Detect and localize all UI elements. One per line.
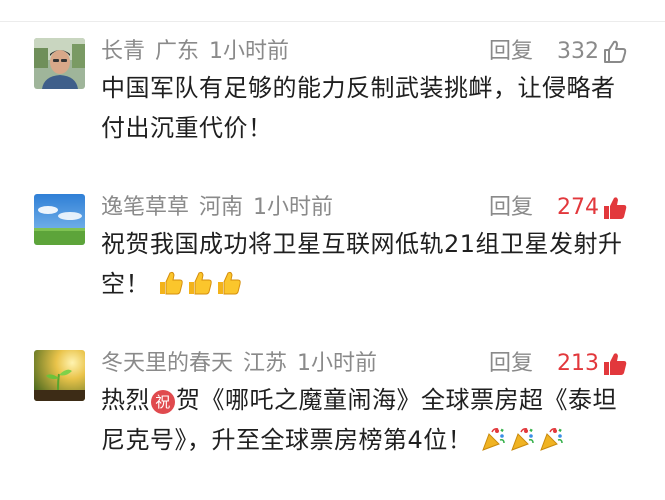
location: 河南 [199,195,244,220]
like-button[interactable]: 213 [557,350,628,378]
like-count: 332 [557,39,599,64]
username[interactable]: 逸笔草草 [101,194,189,222]
comment-text-fragment: 贺《哪吒之魔童闹海》全球票房超《泰坦 [176,386,617,414]
party-popper-emoji-icon [509,426,535,452]
reply-button[interactable]: 回复 [489,194,533,222]
comment-text: 热烈祝贺《哪吒之魔童闹海》全球票房超《泰坦 尼克号》，升至全球票房榜第4位！ [101,380,641,460]
username[interactable]: 长青 [101,38,145,66]
comment-text-line: 中国军队有足够的能力反制武装挑衅，让侵略者 [101,74,616,102]
reply-button[interactable]: 回复 [489,350,533,378]
thumbs-up-emoji-icon [158,270,184,296]
top-divider [0,21,665,22]
thumbs-up-filled-icon [602,351,628,377]
like-button[interactable]: 274 [557,194,628,222]
timestamp: 1小时前 [253,195,334,220]
party-popper-emoji-icon [480,426,506,452]
zhu-badge-icon: 祝 [151,390,175,414]
timestamp: 1小时前 [297,351,378,376]
avatar[interactable] [34,350,85,401]
thumbs-up-filled-icon [602,195,628,221]
comment-text-line: 空！ [101,264,641,304]
like-count: 213 [557,351,599,376]
comment-text-line: 热烈祝贺《哪吒之魔童闹海》全球票房超《泰坦 [101,380,641,420]
comment-text-fragment: 空！ [101,270,150,298]
comment-text-line: 祝贺我国成功将卫星互联网低轨21组卫星发射升 [101,230,623,258]
comment-text-fragment: 热烈 [101,386,150,414]
avatar[interactable] [34,194,85,245]
like-button[interactable]: 332 [557,38,628,66]
thumbs-up-outline-icon [602,39,628,65]
username[interactable]: 冬天里的春天 [101,350,233,378]
location: 广东 [155,39,200,64]
avatar[interactable] [34,38,85,89]
comment-text-line: 付出沉重代价！ [101,114,273,142]
thumbs-up-emoji-icon [187,270,213,296]
timestamp: 1小时前 [209,39,290,64]
reply-button[interactable]: 回复 [489,38,533,66]
comment-text: 中国军队有足够的能力反制武装挑衅，让侵略者 付出沉重代价！ [101,68,641,148]
comment-meta: 长青 广东 1小时前 [101,38,289,66]
comment-meta: 逸笔草草 河南 1小时前 [101,194,333,222]
like-count: 274 [557,195,599,220]
location: 江苏 [243,351,288,376]
comment-text-line: 尼克号》，升至全球票房榜第4位！ [101,420,641,460]
thumbs-up-emoji-icon [216,270,242,296]
comment-meta: 冬天里的春天 江苏 1小时前 [101,350,377,378]
comment-text: 祝贺我国成功将卫星互联网低轨21组卫星发射升 空！ [101,224,641,304]
comment-text-fragment: 尼克号》，升至全球票房榜第4位！ [101,426,473,454]
party-popper-emoji-icon [538,426,564,452]
